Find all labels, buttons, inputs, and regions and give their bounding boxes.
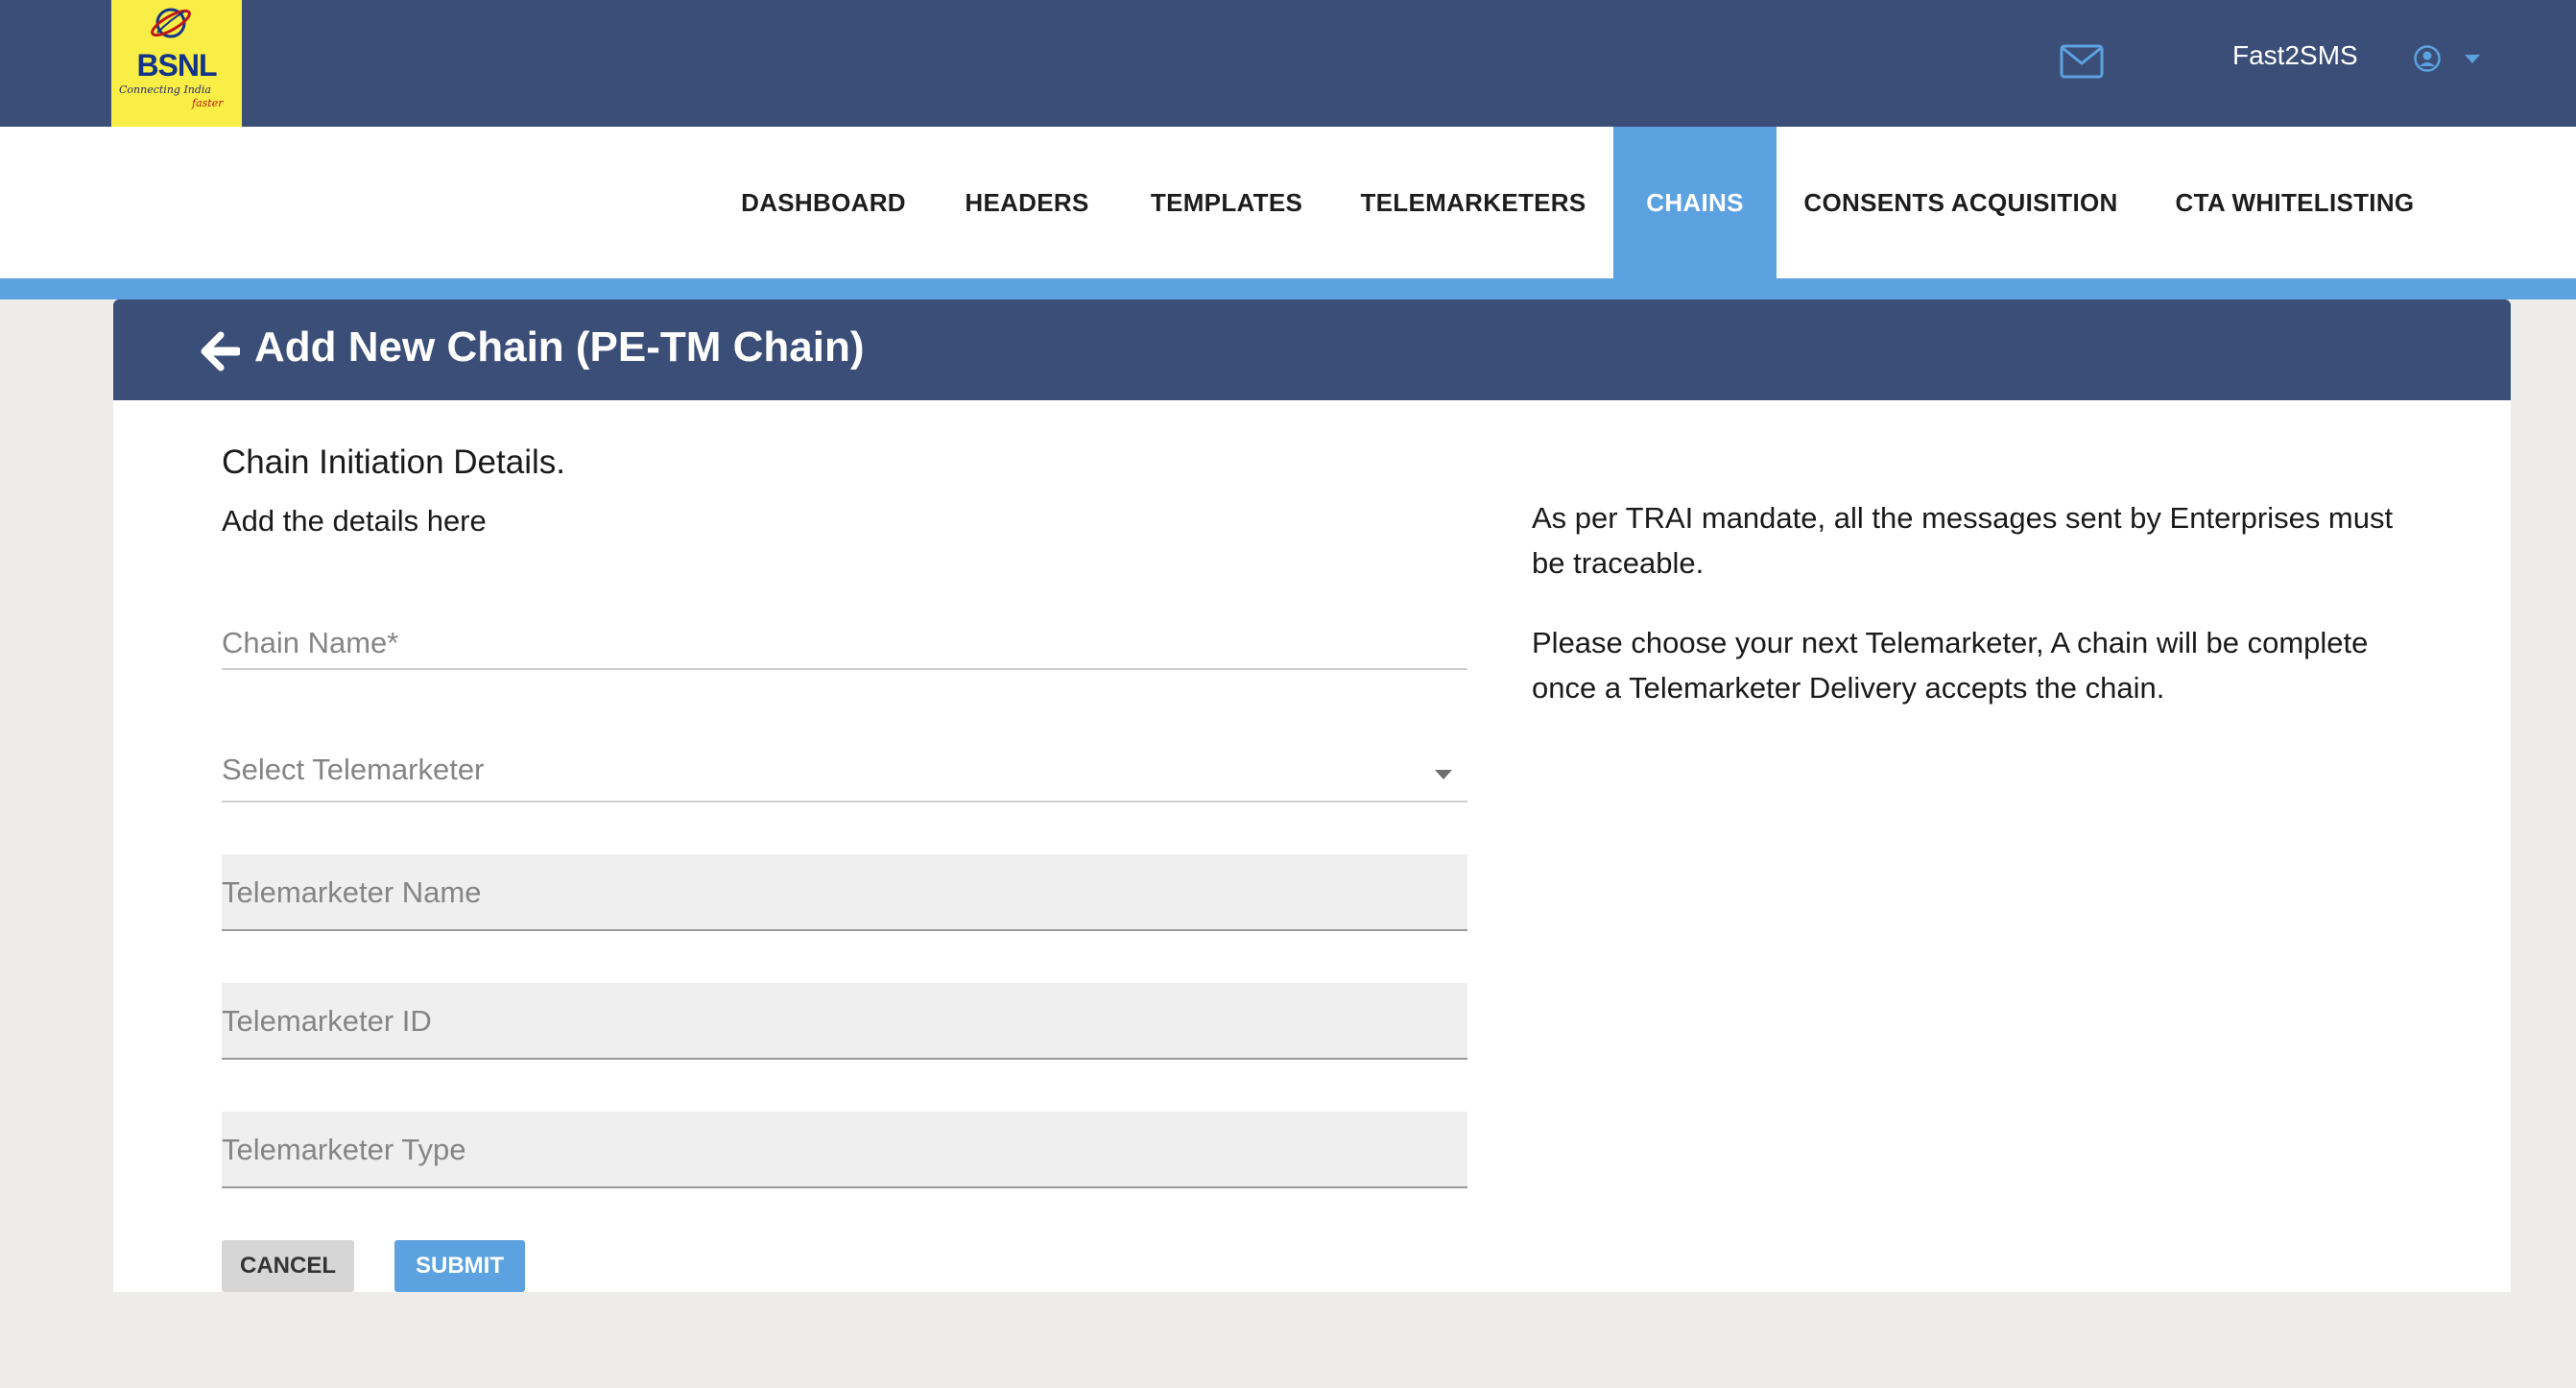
nav-consents-acquisition[interactable]: CONSENTS ACQUISITION	[1798, 127, 2124, 278]
logo-tagline-suffix: faster	[192, 97, 224, 109]
nav-telemarketers[interactable]: TELEMARKETERS	[1353, 127, 1593, 278]
nav-headers[interactable]: HEADERS	[950, 127, 1104, 278]
nav-dashboard[interactable]: DASHBOARD	[723, 127, 924, 278]
top-bar: BSNL Connecting India faster Fast2SMS	[0, 0, 2576, 127]
telemarketer-type-underline	[222, 1186, 1467, 1188]
info-paragraph-next-telemarketer: Please choose your next Telemarketer, A …	[1532, 626, 2369, 705]
info-paragraph-traceability: As per TRAI mandate, all the messages se…	[1532, 501, 2394, 580]
nav-chains[interactable]: CHAINS	[1613, 127, 1777, 278]
dropdown-arrow-icon[interactable]	[1435, 770, 1452, 780]
telemarketer-id-field[interactable]	[222, 983, 1467, 1060]
telemarketer-id-input[interactable]	[222, 983, 1467, 1060]
chain-name-underline	[222, 668, 1467, 670]
main-nav: DASHBOARD HEADERS TEMPLATES TELEMARKETER…	[0, 127, 2576, 278]
telemarketer-name-input[interactable]	[222, 854, 1467, 931]
chain-name-input[interactable]	[222, 616, 1467, 670]
telemarketer-id-underline	[222, 1058, 1467, 1060]
page-title: Add New Chain (PE-TM Chain)	[254, 323, 865, 371]
nav-accent-stripe	[0, 278, 2576, 299]
telemarketer-select-underline	[222, 801, 1467, 802]
caret-down-icon[interactable]	[2465, 55, 2480, 64]
chain-name-field[interactable]	[222, 616, 1467, 670]
logo-brand-text: BSNL	[136, 48, 217, 83]
cancel-button[interactable]: CANCEL	[222, 1240, 354, 1292]
telemarketer-select-placeholder: Select Telemarketer	[222, 753, 485, 786]
user-circle-icon[interactable]	[2413, 44, 2442, 73]
nav-templates[interactable]: TEMPLATES	[1133, 127, 1321, 278]
telemarketer-select[interactable]: Select Telemarketer	[222, 737, 1467, 802]
arrow-left-icon[interactable]	[200, 331, 240, 371]
logo-tagline: Connecting India	[119, 84, 211, 96]
add-chain-card: Add New Chain (PE-TM Chain) Chain Initia…	[113, 299, 2511, 1292]
telemarketer-name-field[interactable]	[222, 854, 1467, 931]
nav-cta-whitelisting[interactable]: CTA WHITELISTING	[2164, 127, 2425, 278]
card-header: Add New Chain (PE-TM Chain)	[113, 299, 2511, 400]
telemarketer-type-field[interactable]	[222, 1112, 1467, 1188]
username-label[interactable]: Fast2SMS	[2232, 40, 2358, 71]
section-subtitle: Add the details here	[222, 504, 487, 538]
telemarketer-type-input[interactable]	[222, 1112, 1467, 1188]
section-title: Chain Initiation Details.	[222, 443, 565, 481]
mail-icon[interactable]	[2060, 44, 2104, 79]
bsnl-logo[interactable]: BSNL Connecting India faster	[111, 0, 242, 127]
submit-button[interactable]: SUBMIT	[394, 1240, 525, 1292]
telemarketer-name-underline	[222, 929, 1467, 931]
